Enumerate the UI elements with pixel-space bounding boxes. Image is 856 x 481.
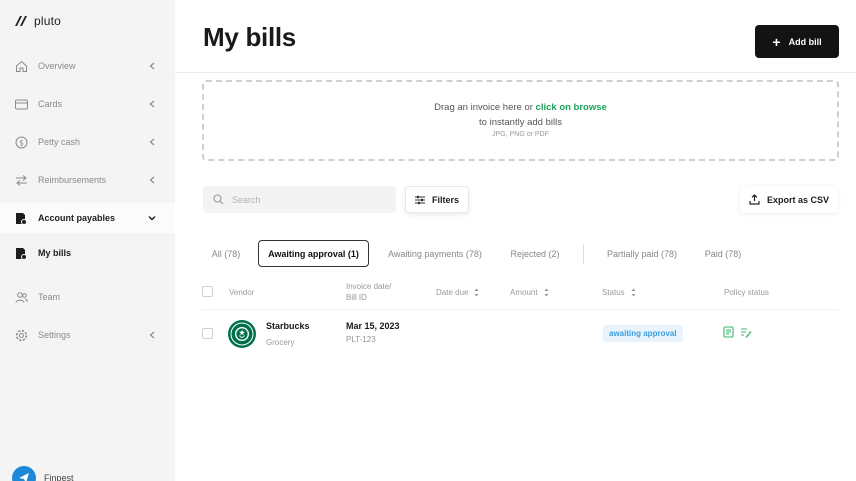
- card-icon: [14, 97, 28, 111]
- select-all-checkbox[interactable]: [202, 286, 213, 297]
- search-input[interactable]: [232, 194, 382, 205]
- app-logo[interactable]: pluto: [14, 14, 61, 28]
- filter-sliders-icon: [414, 195, 425, 204]
- sidebar-item-reimbursements[interactable]: Reimbursements: [0, 165, 175, 195]
- policy-status-icons: [723, 326, 752, 338]
- sidebar-item-team[interactable]: Team: [0, 282, 175, 312]
- account-switcher[interactable]: Finpest: [12, 466, 74, 481]
- column-header-date-due-label: Date due: [436, 288, 469, 297]
- dropzone-subtext: to instantly add bills: [479, 117, 562, 128]
- sidebar-item-petty-cash[interactable]: $ Petty cash: [0, 127, 175, 157]
- tab-awaiting-approval[interactable]: Awaiting approval (1): [258, 240, 369, 267]
- chevron-left-icon: [147, 138, 157, 146]
- sidebar-item-label: Overview: [38, 61, 76, 71]
- paper-plane-icon: [19, 473, 29, 481]
- column-header-policy-status[interactable]: Policy status: [724, 287, 769, 298]
- invoice-dropzone[interactable]: Drag an invoice here or click on browse …: [202, 80, 839, 161]
- tab-all[interactable]: All (78): [205, 240, 247, 267]
- export-label: Export as CSV: [766, 194, 830, 205]
- tab-awaiting-payments[interactable]: Awaiting payments (78): [381, 240, 489, 267]
- sort-icon: [544, 288, 549, 297]
- chevron-left-icon: [147, 176, 157, 184]
- starbucks-logo-icon: [230, 322, 254, 346]
- gear-icon: [14, 328, 28, 342]
- plus-icon: +: [772, 33, 781, 50]
- column-header-amount[interactable]: Amount: [510, 287, 549, 298]
- sidebar-item-label: Cards: [38, 99, 63, 109]
- tab-partially-paid[interactable]: Partially paid (78): [600, 240, 684, 267]
- sidebar-item-label: Team: [38, 292, 61, 302]
- sidebar-item-cards[interactable]: Cards: [0, 89, 175, 119]
- search-icon: [213, 194, 224, 205]
- column-header-vendor[interactable]: Vendor: [229, 287, 254, 298]
- bill-icon: [14, 211, 28, 225]
- chevron-left-icon: [147, 62, 157, 70]
- chevron-down-icon: [147, 215, 157, 221]
- home-icon: [14, 59, 28, 73]
- header-divider: [175, 72, 856, 73]
- sort-icon: [474, 288, 479, 297]
- browse-link[interactable]: click on browse: [536, 102, 607, 113]
- add-bill-button[interactable]: + Add bill: [755, 25, 839, 58]
- export-csv-button[interactable]: Export as CSV: [740, 186, 838, 213]
- chevron-left-icon: [147, 100, 157, 108]
- transfer-icon: [14, 173, 28, 187]
- sidebar-item-overview[interactable]: Overview: [0, 51, 175, 81]
- sidebar-item-my-bills[interactable]: My bills: [0, 238, 175, 268]
- filters-label: Filters: [431, 194, 459, 205]
- vendor-category: Grocery: [266, 338, 295, 347]
- main-content: My bills + Add bill Drag an invoice here…: [175, 0, 856, 481]
- account-name: Finpest: [44, 473, 74, 481]
- tab-paid[interactable]: Paid (78): [699, 240, 747, 267]
- column-header-status-label: Status: [602, 288, 625, 297]
- column-header-invoice-date[interactable]: Invoice date/ Bill ID: [346, 281, 391, 303]
- avatar: [12, 466, 36, 481]
- sidebar-item-label: Account payables: [38, 213, 116, 223]
- svg-text:$: $: [19, 138, 24, 147]
- chevron-left-icon: [147, 331, 157, 339]
- dollar-icon: $: [14, 135, 28, 149]
- sort-icon: [631, 288, 636, 297]
- upload-icon: [749, 194, 760, 205]
- dropzone-instructions: Drag an invoice here or click on browse: [204, 102, 837, 113]
- app-name: pluto: [34, 14, 62, 28]
- column-header-invoice-date-line1: Invoice date/: [346, 282, 392, 291]
- row-checkbox[interactable]: [202, 328, 213, 339]
- add-bill-label: Add bill: [788, 36, 822, 47]
- status-badge: awaiting approval: [603, 325, 683, 342]
- search-box[interactable]: [203, 186, 396, 213]
- pluto-logo-icon: [15, 16, 27, 26]
- column-header-amount-label: Amount: [510, 288, 538, 297]
- edit-list-icon[interactable]: [740, 326, 752, 338]
- sidebar-item-label: Reimbursements: [38, 175, 107, 185]
- bill-id: PLT-123: [346, 335, 376, 344]
- sidebar-item-label: My bills: [38, 248, 72, 258]
- column-header-date-due[interactable]: Date due: [436, 287, 479, 298]
- column-header-invoice-date-line2: Bill ID: [346, 293, 367, 302]
- tab-rejected[interactable]: Rejected (2): [505, 240, 565, 267]
- dropzone-text: Drag an invoice here or: [434, 102, 536, 113]
- bill-icon: [14, 246, 28, 260]
- column-header-status[interactable]: Status: [602, 287, 636, 298]
- invoice-date: Mar 15, 2023: [346, 321, 400, 331]
- team-icon: [14, 290, 28, 304]
- sidebar-item-settings[interactable]: Settings: [0, 320, 175, 350]
- document-check-icon[interactable]: [723, 326, 734, 338]
- filters-button[interactable]: Filters: [405, 186, 469, 213]
- tab-separator: [583, 244, 584, 264]
- header-row-divider: [202, 309, 839, 310]
- sidebar-item-label: Petty cash: [38, 137, 81, 147]
- page-title: My bills: [203, 22, 296, 52]
- dropzone-formats: JPG, PNG or PDF: [492, 131, 549, 138]
- vendor-name: Starbucks: [266, 321, 310, 331]
- sidebar-item-account-payables[interactable]: Account payables: [0, 203, 175, 233]
- sidebar: pluto Overview Cards $ Petty cash Reimbu…: [0, 0, 175, 481]
- vendor-logo: [228, 320, 256, 348]
- sidebar-item-label: Settings: [38, 330, 71, 340]
